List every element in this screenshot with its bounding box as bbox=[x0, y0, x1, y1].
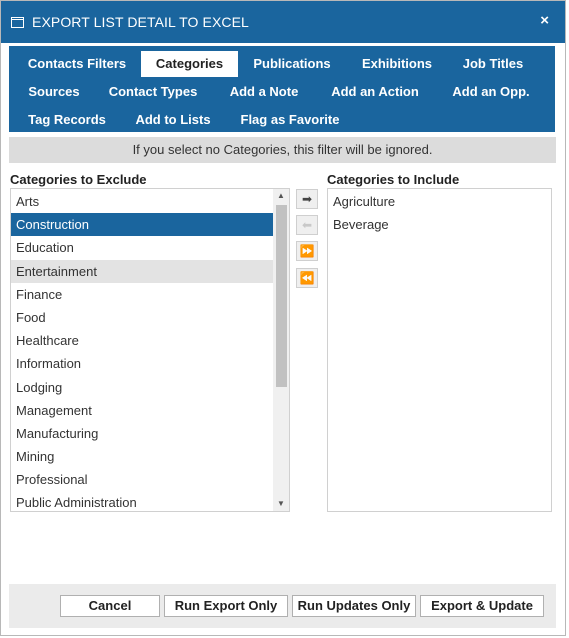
tab-flag-as-favorite[interactable]: Flag as Favorite bbox=[234, 107, 346, 133]
tab-bar: Contacts Filters Categories Publications… bbox=[9, 46, 555, 132]
tab-tag-records[interactable]: Tag Records bbox=[19, 107, 115, 133]
list-item[interactable]: Entertainment bbox=[11, 259, 273, 283]
include-items: Agriculture Beverage bbox=[328, 189, 551, 236]
tab-contact-types[interactable]: Contact Types bbox=[101, 79, 205, 105]
list-item[interactable]: Mining bbox=[11, 445, 273, 468]
list-item[interactable]: Manufacturing bbox=[11, 422, 273, 445]
export-and-update-button[interactable]: Export & Update bbox=[420, 595, 544, 617]
window-icon bbox=[11, 16, 24, 28]
tab-add-an-opp[interactable]: Add an Opp. bbox=[443, 79, 539, 105]
list-item[interactable]: Beverage bbox=[328, 213, 551, 236]
move-left-button[interactable]: ⬅ bbox=[296, 215, 318, 235]
scroll-thumb[interactable] bbox=[276, 205, 287, 387]
include-listbox[interactable]: Agriculture Beverage bbox=[327, 188, 552, 512]
list-item[interactable]: Food bbox=[11, 306, 273, 329]
tab-categories[interactable]: Categories bbox=[141, 51, 238, 77]
close-icon[interactable]: × bbox=[540, 12, 549, 29]
scroll-up-arrow-icon[interactable]: ▲ bbox=[273, 189, 289, 203]
exclude-scrollbar[interactable]: ▲ ▼ bbox=[273, 189, 289, 511]
list-item[interactable]: Lodging bbox=[11, 376, 273, 399]
list-item[interactable]: Public Administration bbox=[11, 491, 273, 511]
list-item[interactable]: Agriculture bbox=[328, 190, 551, 213]
list-item[interactable]: Management bbox=[11, 399, 273, 422]
tab-add-to-lists[interactable]: Add to Lists bbox=[127, 107, 219, 133]
dialog-title: EXPORT LIST DETAIL TO EXCEL bbox=[32, 14, 249, 30]
tab-sources[interactable]: Sources bbox=[19, 79, 89, 105]
list-item[interactable]: Education bbox=[11, 236, 273, 259]
tab-add-a-note[interactable]: Add a Note bbox=[221, 79, 307, 105]
move-all-left-button[interactable]: ⏪ bbox=[296, 268, 318, 288]
filter-notice: If you select no Categories, this filter… bbox=[9, 137, 556, 163]
export-dialog: EXPORT LIST DETAIL TO EXCEL × Contacts F… bbox=[0, 0, 566, 636]
tab-contacts-filters[interactable]: Contacts Filters bbox=[19, 51, 135, 77]
list-item[interactable]: Information bbox=[11, 352, 273, 375]
move-right-button[interactable]: ➡ bbox=[296, 189, 318, 209]
scroll-down-arrow-icon[interactable]: ▼ bbox=[273, 497, 289, 511]
tab-job-titles[interactable]: Job Titles bbox=[453, 51, 533, 77]
include-list-label: Categories to Include bbox=[327, 172, 460, 187]
dialog-titlebar: EXPORT LIST DETAIL TO EXCEL × bbox=[1, 1, 565, 43]
tab-add-an-action[interactable]: Add an Action bbox=[323, 79, 427, 105]
exclude-listbox[interactable]: Arts Construction Education Entertainmen… bbox=[10, 188, 290, 512]
list-item[interactable]: Finance bbox=[11, 283, 273, 306]
run-export-only-button[interactable]: Run Export Only bbox=[164, 595, 288, 617]
exclude-items: Arts Construction Education Entertainmen… bbox=[11, 189, 273, 511]
tab-exhibitions[interactable]: Exhibitions bbox=[350, 51, 444, 77]
cancel-button[interactable]: Cancel bbox=[60, 595, 160, 617]
run-updates-only-button[interactable]: Run Updates Only bbox=[292, 595, 416, 617]
list-item[interactable]: Construction bbox=[11, 213, 273, 237]
list-item[interactable]: Healthcare bbox=[11, 329, 273, 352]
move-all-right-button[interactable]: ⏩ bbox=[296, 241, 318, 261]
list-item[interactable]: Professional bbox=[11, 468, 273, 491]
tab-publications[interactable]: Publications bbox=[245, 51, 339, 77]
list-item[interactable]: Arts bbox=[11, 190, 273, 213]
exclude-list-label: Categories to Exclude bbox=[10, 172, 147, 187]
